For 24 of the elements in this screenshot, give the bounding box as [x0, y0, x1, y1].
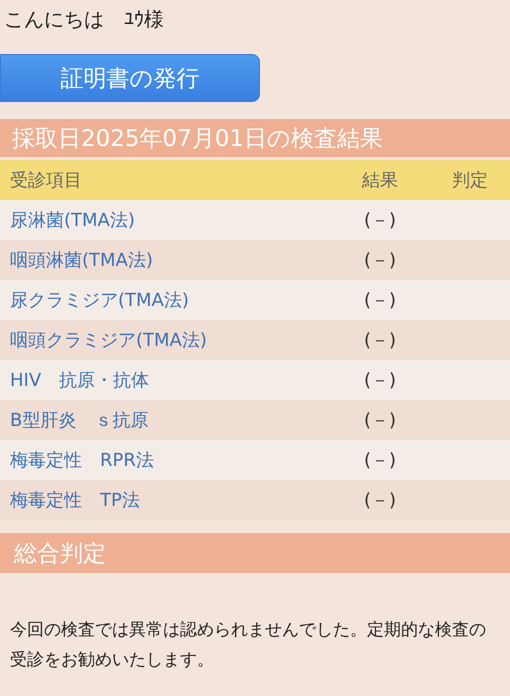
result-cell-text: (－): [362, 489, 398, 512]
result-cell-text: (－): [362, 249, 398, 272]
test-item: 梅毒定性 TP法: [10, 489, 141, 512]
overall-title: 総合判定: [0, 533, 510, 573]
column-header: 受診項目: [10, 169, 83, 192]
test-item: 梅毒定性 RPR法: [10, 449, 155, 472]
certificate-button[interactable]: 証明書の発行: [0, 54, 260, 102]
result-cell-text: (－): [362, 329, 398, 352]
result-cell-text: (－): [362, 409, 398, 432]
test-item: 咽頭淋菌(TMA法): [10, 249, 154, 272]
result-cell-text: (－): [362, 449, 398, 472]
result-cell-text: (－): [362, 289, 398, 312]
results-title: 採取日2025年07月01日の検査結果: [0, 119, 510, 157]
test-item: HIV 抗原・抗体: [10, 369, 150, 392]
result-cell-text: (－): [362, 209, 398, 232]
overall-text: 今回の検査では異常は認められませんでした。定期的な検査の受診をお勧めいたします。: [9, 619, 487, 672]
column-header: 判定: [451, 169, 489, 192]
column-header: 結果: [361, 169, 399, 192]
test-item: 尿淋菌(TMA法): [10, 209, 136, 232]
result-cell-text: (－): [362, 369, 398, 392]
greeting-text: こんにちは ﾕｳ様: [4, 7, 164, 31]
test-item: 尿クラミジア(TMA法): [10, 289, 190, 312]
test-item: B型肝炎 ｓ抗原: [10, 409, 150, 432]
test-item: 咽頭クラミジア(TMA法): [10, 329, 208, 352]
